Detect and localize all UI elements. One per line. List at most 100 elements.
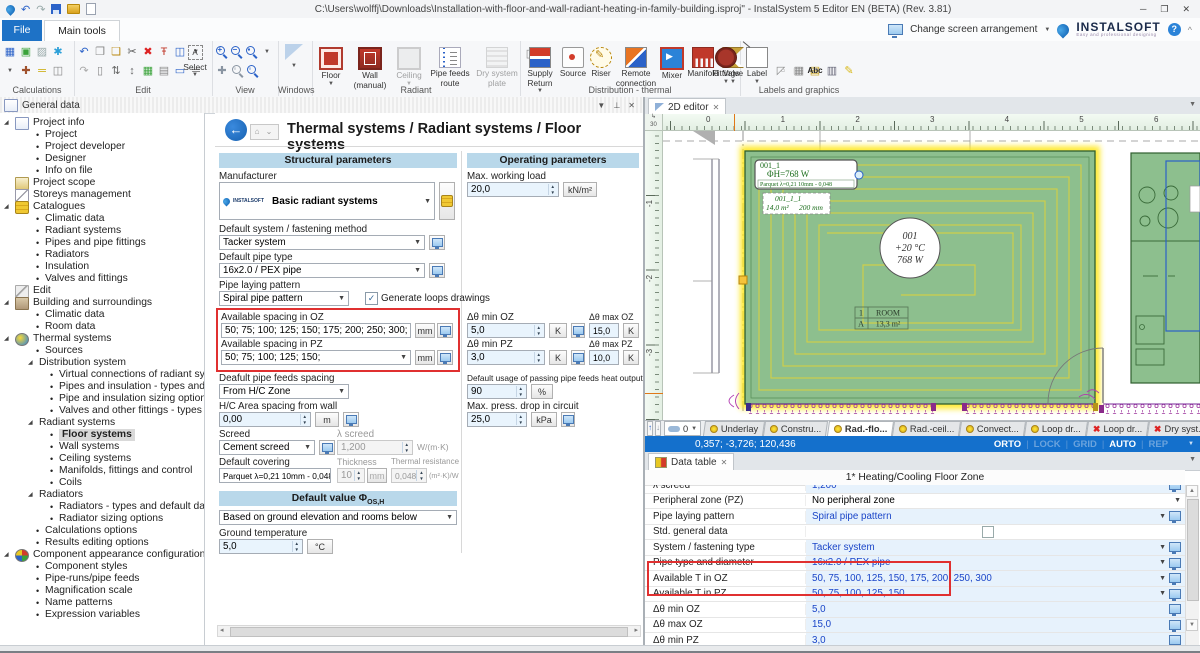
dt-min-pz-field[interactable]: 3,0▲▼ <box>467 350 545 365</box>
frame-label-icon[interactable]: ▫ <box>776 63 790 78</box>
sync-icon[interactable] <box>1169 511 1181 521</box>
layer-tab-underlay-0[interactable]: Underlay <box>703 421 765 436</box>
hc-spacing-field[interactable]: 0,00▲▼ <box>219 412 311 427</box>
form-horizontal-scrollbar[interactable]: ◂▸ <box>217 625 641 637</box>
dropdown-icon[interactable]: ▼ <box>1159 575 1166 582</box>
sync-icon[interactable] <box>1169 589 1181 599</box>
toggle-orto[interactable]: ORTO <box>994 439 1021 450</box>
table-row-std-general-data[interactable]: Std. general data <box>645 525 1185 541</box>
row-value[interactable]: 16x2.0 / PEX pipe▼ <box>806 556 1185 571</box>
tree-item-virtual-connections-of-radiant-systems[interactable]: •Virtual connections of radiant systems <box>0 369 204 381</box>
tree-item-radiator-sizing-options[interactable]: •Radiator sizing options <box>0 513 204 525</box>
freehand-icon[interactable]: ✎ <box>842 63 856 78</box>
room-stamp[interactable]: 001 +20 °C 768 W <box>880 218 940 278</box>
tree-item-floor-systems[interactable]: •Floor systems <box>0 429 204 441</box>
tab-close-icon[interactable]: ✕ <box>721 458 728 467</box>
toggle-lock[interactable]: LOCK <box>1034 439 1061 450</box>
layer-tab-loop-dr-6[interactable]: ✖Loop dr... <box>1086 421 1149 436</box>
layer-tab-rad-flo-2[interactable]: Rad.-flo... <box>827 421 894 436</box>
pipe-type-dropdown[interactable]: 16x2.0 / PEX pipe▼ <box>219 263 425 278</box>
mirror-icon[interactable]: ▤ <box>157 63 171 78</box>
sync-icon[interactable] <box>1169 573 1181 583</box>
drawing-canvas[interactable]: 001_1 ΦH=768 W Parquet λ=0,21 10mm - 0,0… <box>663 131 1200 420</box>
tree-item-pipes-and-insulation-types-and-default-data[interactable]: •Pipes and insulation - types and defaul… <box>0 381 204 393</box>
tree-item-insulation[interactable]: •Insulation <box>0 261 204 273</box>
dt-min-oz-unit-button[interactable]: K <box>549 323 567 338</box>
tab-close-icon[interactable]: ✕ <box>713 103 720 112</box>
help-icon[interactable]: ? <box>1168 23 1181 36</box>
table-row-screed[interactable]: λ screed1,200 <box>645 485 1185 494</box>
dropdown-icon[interactable]: ▼ <box>1174 497 1181 504</box>
anchor-marker[interactable] <box>739 276 747 284</box>
tree-item-pipes-and-pipe-fittings[interactable]: •Pipes and pipe fittings <box>0 237 204 249</box>
dt-max-pz-field[interactable]: 10,0 <box>589 350 619 365</box>
toggle-auto[interactable]: AUTO <box>1109 439 1136 450</box>
dropdown-icon[interactable]: ▼ <box>1159 544 1166 551</box>
tree-item-climatic-data[interactable]: •Climatic data <box>0 309 204 321</box>
tree-item-radiators[interactable]: •Radiators <box>0 249 204 261</box>
expander-icon[interactable]: ◢ <box>28 489 39 501</box>
array-icon[interactable]: ▦ <box>141 63 155 78</box>
expander-icon[interactable]: ◢ <box>28 417 39 429</box>
zoom-window-icon[interactable]: ▪ <box>245 45 258 58</box>
tree-item-project[interactable]: •Project <box>0 129 204 141</box>
table-row-max-oz[interactable]: Δθ max OZ15,0 <box>645 618 1185 634</box>
nav-history-buttons[interactable]: ⌂ ⌄ <box>250 124 279 140</box>
collapse-ribbon-icon[interactable]: ^ <box>1188 25 1192 35</box>
row-value[interactable]: No peripheral zone▼ <box>806 494 1185 509</box>
tree-item-valves-and-other-fittings-types-and-default-data[interactable]: •Valves and other fittings - types and d… <box>0 405 204 417</box>
tree-item-info-on-file[interactable]: •Info on file <box>0 165 204 177</box>
fastening-dropdown[interactable]: Tacker system▼ <box>219 235 425 250</box>
tree-item-ceiling-systems[interactable]: •Ceiling systems <box>0 453 204 465</box>
usage-field[interactable]: 90▲▼ <box>467 384 527 399</box>
pressure-drop-field[interactable]: 25,0▲▼ <box>467 412 527 427</box>
row-value[interactable]: 5,0 <box>806 602 1185 617</box>
tab-overflow-icon[interactable]: ▼ <box>1189 456 1196 463</box>
tree-item-storeys-management[interactable]: ◢Storeys management <box>0 189 204 201</box>
manufacturer-catalogue-button[interactable] <box>439 182 455 220</box>
working-load-unit-button[interactable]: kN/m² <box>563 182 597 197</box>
table-row-available-t-in-oz[interactable]: Available T in OZ50, 75, 100, 125, 150, … <box>645 571 1185 587</box>
screed-sync-button[interactable] <box>319 440 335 455</box>
default-value-dropdown[interactable]: Based on ground elevation and rooms belo… <box>219 510 457 525</box>
undo-icon[interactable]: ↶ <box>77 44 91 59</box>
row-value[interactable]: 15,0 <box>806 618 1185 633</box>
tree-item-expression-variables[interactable]: •Expression variables <box>0 609 204 621</box>
dt-max-pz-unit-button[interactable]: K <box>623 350 639 365</box>
working-load-field[interactable]: 20,0▲▼ <box>467 182 559 197</box>
storey-dropdown[interactable]: 0 ▼ <box>664 421 701 436</box>
close-button[interactable]: ✕ <box>1182 4 1190 15</box>
calc-option1-icon[interactable]: ✚ <box>19 63 33 78</box>
dt-max-oz-field[interactable]: 15,0 <box>589 323 619 338</box>
paste-icon[interactable]: ❏ <box>109 44 123 59</box>
minimize-button[interactable]: ─ <box>1140 4 1146 15</box>
expander-icon[interactable]: ◢ <box>4 201 15 213</box>
generate-loops-checkbox[interactable]: ✓ <box>365 292 378 305</box>
ground-temperature-field[interactable]: 5,0▲▼ <box>219 539 303 554</box>
pressure-drop-unit-button[interactable]: kPa <box>531 412 557 427</box>
tree-item-project-developer[interactable]: •Project developer <box>0 141 204 153</box>
hc-unit-button[interactable]: m <box>315 412 339 427</box>
spacing-pz-dropdown[interactable]: 50; 75; 100; 125; 150;▼ <box>221 350 411 365</box>
layer-tab-rad-ceil-3[interactable]: Rad.-ceil... <box>892 421 962 436</box>
expander-icon[interactable]: ◢ <box>4 297 15 309</box>
toggle-rep[interactable]: REP <box>1149 439 1169 450</box>
tree-item-calculations-options[interactable]: •Calculations options <box>0 525 204 537</box>
expander-icon[interactable]: ◢ <box>4 333 15 345</box>
spacing-oz-dropdown[interactable]: 50; 75; 100; 125; 150; 175; 200; 250; 30… <box>221 323 411 338</box>
table-row-pipe-type-and-diameter[interactable]: Pipe type and diameter16x2.0 / PEX pipe▼ <box>645 556 1185 572</box>
zone-label[interactable]: 001_1 ΦH=768 W Parquet λ=0,21 10mm - 0,0… <box>755 160 863 189</box>
sync-icon[interactable] <box>1169 542 1181 552</box>
panel-menu-icon[interactable]: ▼ <box>597 101 605 110</box>
back-button[interactable]: ← <box>225 119 247 141</box>
feeds-spacing-dropdown[interactable]: From H/C Zone▼ <box>219 384 349 399</box>
sync-icon[interactable] <box>1169 635 1181 645</box>
tree-item-designer[interactable]: •Designer <box>0 153 204 165</box>
tree-item-project-scope[interactable]: ◢Project scope <box>0 177 204 189</box>
maximize-button[interactable]: ❐ <box>1160 4 1168 15</box>
tab-overflow-icon[interactable]: ▼ <box>1189 101 1196 108</box>
distribute-icon[interactable]: ↕ <box>125 63 139 78</box>
tree-item-manifolds-fittings-and-control[interactable]: •Manifolds, fittings and control <box>0 465 204 477</box>
tree-item-sources[interactable]: •Sources <box>0 345 204 357</box>
tree-item-coils[interactable]: •Coils <box>0 477 204 489</box>
